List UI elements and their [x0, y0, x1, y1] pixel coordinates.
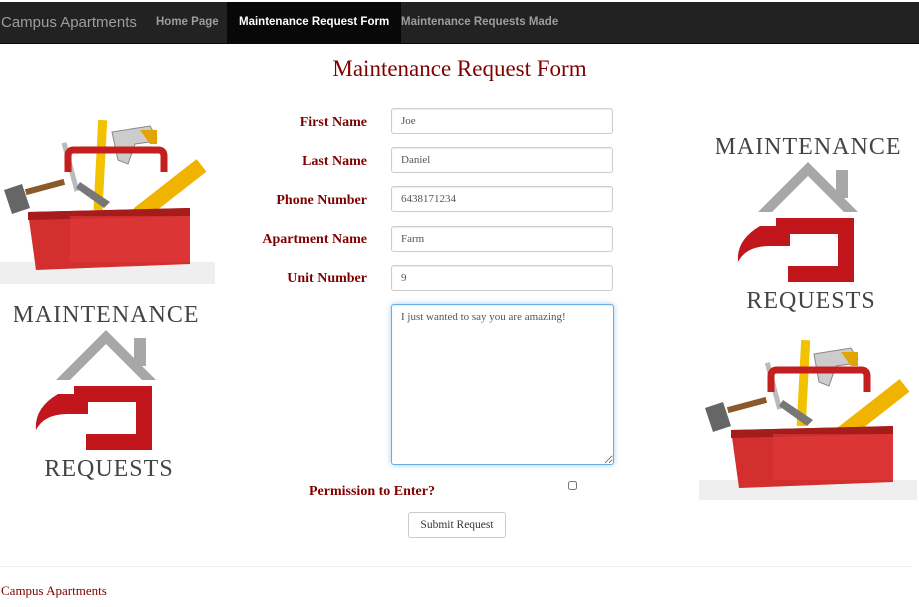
- footer-divider: [0, 566, 912, 567]
- permission-checkbox[interactable]: [568, 481, 577, 490]
- logo-right-line1: MAINTENANCE: [716, 134, 901, 160]
- maintenance-logo-left: MAINTENANCE REQUESTS: [14, 302, 199, 482]
- toolbox-icon: [0, 119, 215, 284]
- phone-number-input[interactable]: [391, 186, 613, 212]
- phone-number-label: Phone Number: [276, 193, 367, 208]
- nav-maintenance-requests-made[interactable]: Maintenance Requests Made: [389, 2, 570, 43]
- logo-left-line1: MAINTENANCE: [14, 302, 199, 328]
- permission-label: Permission to Enter?: [309, 484, 435, 499]
- nav-home[interactable]: Home Page: [144, 2, 231, 43]
- brand-link[interactable]: Campus Apartments: [1, 2, 137, 43]
- unit-number-input[interactable]: [391, 265, 613, 291]
- last-name-input[interactable]: [391, 147, 613, 173]
- first-name-input[interactable]: [391, 108, 613, 134]
- unit-number-label: Unit Number: [287, 271, 367, 286]
- message-textarea[interactable]: I just wanted to say you are amazing!: [391, 304, 614, 465]
- page-title: Maintenance Request Form: [332, 56, 587, 81]
- logo-left-line2: REQUESTS: [44, 456, 173, 482]
- apartment-name-label: Apartment Name: [262, 232, 367, 247]
- apartment-name-input[interactable]: [391, 226, 613, 252]
- logo-right-line2: REQUESTS: [746, 288, 875, 314]
- first-name-label: First Name: [299, 115, 367, 130]
- toolbox-icon-right: [699, 339, 917, 500]
- nav-maintenance-request-form[interactable]: Maintenance Request Form: [227, 2, 402, 43]
- submit-request-button[interactable]: Submit Request: [408, 512, 506, 538]
- footer-text: Campus Apartments: [1, 583, 107, 598]
- navbar: Campus Apartments Home Page Maintenance …: [0, 2, 919, 44]
- maintenance-logo-right: MAINTENANCE REQUESTS: [716, 134, 901, 314]
- last-name-label: Last Name: [302, 154, 367, 169]
